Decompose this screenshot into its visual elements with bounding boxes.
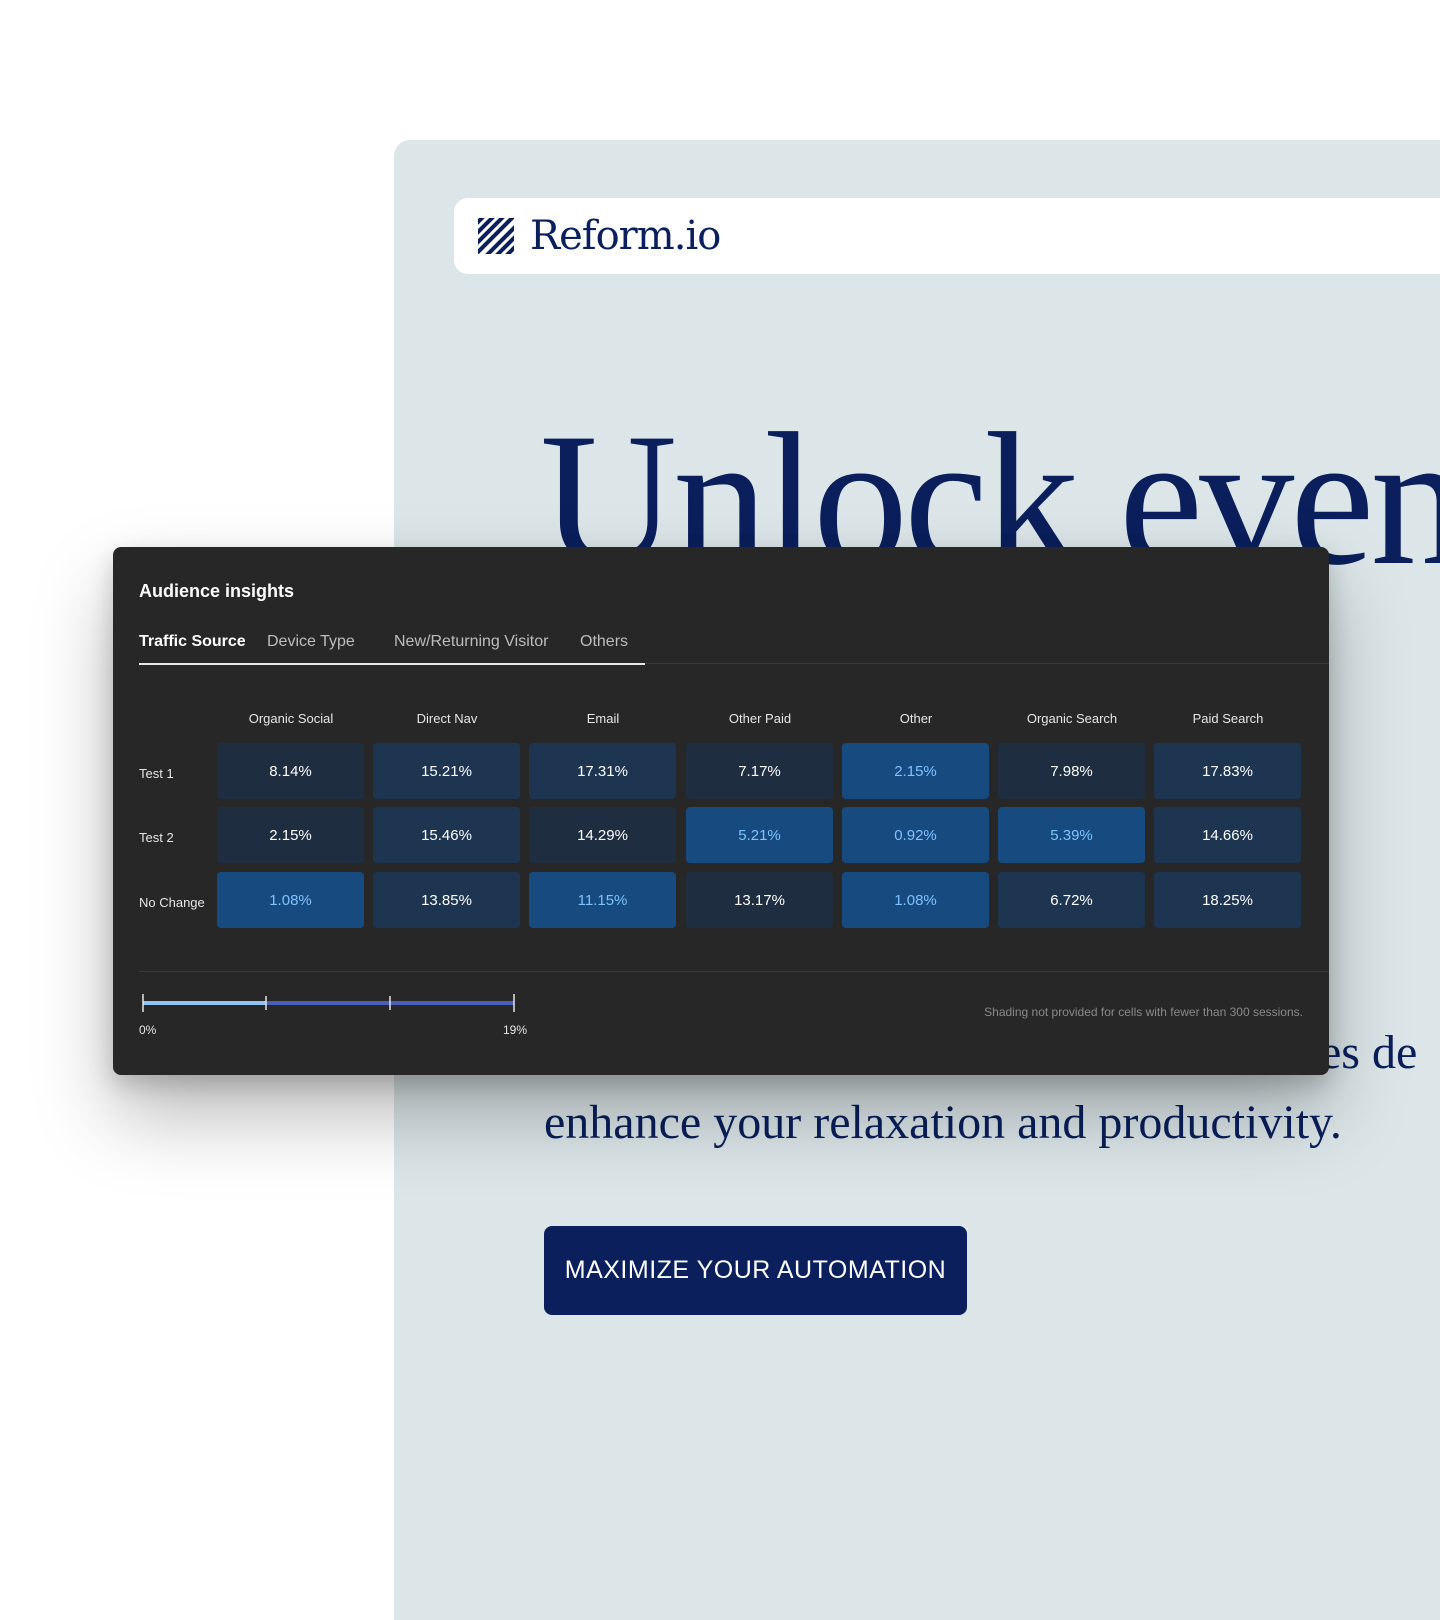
heatmap-cell[interactable]: 1.08% xyxy=(217,872,364,928)
heatmap-cell[interactable]: 1.08% xyxy=(842,872,989,928)
column-header: Direct Nav xyxy=(416,711,478,726)
heatmap-cell[interactable]: 11.15% xyxy=(529,872,676,928)
heatmap-cell[interactable]: 0.92% xyxy=(842,807,989,863)
audience-insights-card: Audience insights Traffic Source Device … xyxy=(113,547,1329,1075)
column-header: Paid Search xyxy=(1192,711,1264,726)
site-header: Reform.io xyxy=(454,198,1440,274)
row-label: Test 2 xyxy=(139,830,174,845)
heatmap-cell[interactable]: 5.39% xyxy=(998,807,1145,863)
maximize-automation-button[interactable]: MAXIMIZE YOUR AUTOMATION xyxy=(544,1226,967,1315)
heatmap-cell[interactable]: 13.85% xyxy=(373,872,520,928)
heatmap-cell[interactable]: 2.15% xyxy=(842,743,989,799)
heatmap-cell[interactable]: 8.14% xyxy=(217,743,364,799)
column-header: Email xyxy=(586,711,620,726)
legend-min-label: 0% xyxy=(139,1023,157,1037)
striped-square-logo-icon[interactable] xyxy=(478,218,514,254)
row-label: Test 1 xyxy=(139,766,174,781)
heatmap-cell[interactable]: 14.66% xyxy=(1154,807,1301,863)
heatmap-cell[interactable]: 6.72% xyxy=(998,872,1145,928)
tab-new-returning-visitor[interactable]: New/Returning Visitor xyxy=(394,633,548,651)
heatmap-cell[interactable]: 15.21% xyxy=(373,743,520,799)
tab-device-type[interactable]: Device Type xyxy=(267,633,355,651)
heatmap-cell[interactable]: 5.21% xyxy=(686,807,833,863)
heatmap-cell[interactable]: 17.83% xyxy=(1154,743,1301,799)
card-divider xyxy=(139,971,1329,972)
hero-subtitle-line-2: enhance your relaxation and productivity… xyxy=(544,1096,1342,1149)
heatmap-cell[interactable]: 7.98% xyxy=(998,743,1145,799)
heatmap-cell[interactable]: 7.17% xyxy=(686,743,833,799)
card-title: Audience insights xyxy=(139,581,295,601)
heatmap-cell[interactable]: 14.29% xyxy=(529,807,676,863)
heatmap-cell[interactable]: 18.25% xyxy=(1154,872,1301,928)
legend-max-label: 19% xyxy=(503,1023,528,1037)
shading-footnote: Shading not provided for cells with fewe… xyxy=(984,1005,1303,1019)
column-header: Other xyxy=(899,711,933,726)
column-header: Organic Social xyxy=(248,711,334,726)
heatmap-cell[interactable]: 17.31% xyxy=(529,743,676,799)
heatmap-cell[interactable]: 2.15% xyxy=(217,807,364,863)
column-header: Other Paid xyxy=(728,711,792,726)
tab-others[interactable]: Others xyxy=(580,633,628,651)
row-label: No Change xyxy=(139,895,205,910)
active-tab-underline xyxy=(139,663,645,665)
brand-name[interactable]: Reform.io xyxy=(530,212,721,260)
column-header: Organic Search xyxy=(1026,711,1118,726)
insights-tabs: Traffic Source Device Type New/Returning… xyxy=(139,633,1329,665)
heatmap-cell[interactable]: 13.17% xyxy=(686,872,833,928)
color-scale-legend xyxy=(142,994,515,1012)
heatmap-cell[interactable]: 15.46% xyxy=(373,807,520,863)
tab-traffic-source[interactable]: Traffic Source xyxy=(139,633,246,651)
